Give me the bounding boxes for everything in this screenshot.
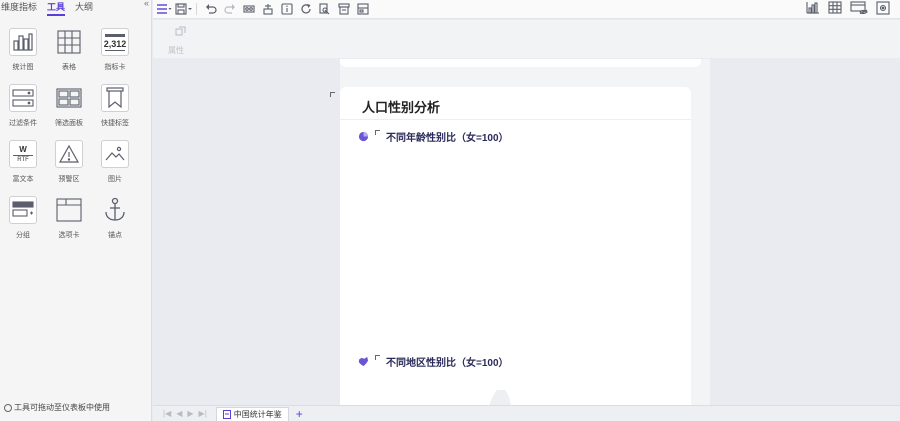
refresh-icon[interactable] xyxy=(298,1,314,17)
tool-label: 指标卡 xyxy=(104,64,126,71)
previous-card-bottom xyxy=(340,59,701,67)
undo-icon[interactable] xyxy=(203,1,219,17)
bookmark-icon xyxy=(101,84,129,112)
gear-icon[interactable] xyxy=(876,0,890,18)
group-icon xyxy=(9,196,37,224)
section-corner-marker xyxy=(375,130,380,135)
card-title: 人口性别分析 xyxy=(362,100,441,115)
first-sheet-icon[interactable]: |◀ xyxy=(163,409,171,418)
tool-grid: 统计图 表格 2,312 指标卡 过滤条件 筛选面板 快捷标签 W RTF 富文… xyxy=(0,16,151,240)
property-bar: 属性 xyxy=(153,20,900,58)
tool-label: 选项卡 xyxy=(58,232,80,239)
section-title: 不同地区性别比（女=100） xyxy=(386,358,509,369)
tab-dimensions[interactable]: 维度指标 xyxy=(1,0,37,14)
tool-label: 统计图 xyxy=(12,64,34,71)
tool-group[interactable]: 分组 xyxy=(0,196,46,240)
left-footer-text: 工具可拖动至仪表板中使用 xyxy=(14,403,110,412)
toolbar-right xyxy=(806,0,900,18)
copy-format-icon[interactable] xyxy=(241,1,257,17)
card-corner-marker xyxy=(330,92,335,97)
warning-icon xyxy=(55,140,83,168)
map-icon xyxy=(358,356,369,367)
rich-text-icon: W RTF xyxy=(9,140,37,168)
tool-label: 锚点 xyxy=(108,232,122,239)
data-icon[interactable] xyxy=(336,1,352,17)
filter-condition-icon xyxy=(9,84,37,112)
sheet-doc-icon xyxy=(222,409,231,419)
settings-page-icon[interactable] xyxy=(355,1,371,17)
pie-chart-icon xyxy=(358,131,369,142)
save-icon[interactable] xyxy=(175,1,193,17)
table-icon xyxy=(55,28,83,56)
chart-view-icon[interactable] xyxy=(806,1,820,17)
sheet-name: 中国统计年鉴 xyxy=(233,409,282,419)
left-panel: 维度指标 工具 大纲 « 统计图 表格 2,312 指标卡 过滤条件 筛选面板 … xyxy=(0,0,152,421)
sheet-tab[interactable]: 中国统计年鉴 xyxy=(215,406,289,421)
filter-panel-icon xyxy=(55,84,83,112)
last-sheet-icon[interactable]: ▶| xyxy=(199,409,207,418)
section-corner-marker xyxy=(375,355,380,360)
section-age-ratio[interactable]: 不同年龄性别比（女=100） xyxy=(358,129,509,144)
rich-text-w: W xyxy=(19,144,27,154)
left-panel-tabs: 维度指标 工具 大纲 xyxy=(0,0,151,16)
tool-table[interactable]: 表格 xyxy=(46,28,92,72)
tool-bookmark[interactable]: 快捷标签 xyxy=(92,84,138,128)
menu-icon[interactable] xyxy=(156,1,172,17)
tool-filter-condition[interactable]: 过滤条件 xyxy=(0,84,46,128)
tool-label: 预警区 xyxy=(58,176,80,183)
redo-icon[interactable] xyxy=(222,1,238,17)
tool-tab-card[interactable]: 选项卡 xyxy=(46,196,92,240)
tool-label: 分组 xyxy=(16,232,30,239)
tool-warning[interactable]: 预警区 xyxy=(46,140,92,184)
left-footer: 工具可拖动至仪表板中使用 xyxy=(4,402,110,413)
tool-label: 表格 xyxy=(62,64,76,71)
property-label: 属性 xyxy=(168,46,184,55)
tool-chart[interactable]: 统计图 xyxy=(0,28,46,72)
dashboard-canvas: 人口性别分析 不同年龄性别比（女=100） 不同地区性别比（女=100） xyxy=(153,59,900,405)
sheet-bar: |◀ ◀ ▶ ▶| 中国统计年鉴 + xyxy=(153,405,900,421)
map-placeholder-shape xyxy=(489,390,511,405)
tool-image[interactable]: 图片 xyxy=(92,140,138,184)
export-icon[interactable] xyxy=(317,1,333,17)
info-icon[interactable] xyxy=(279,1,295,17)
toolbar-separator xyxy=(196,3,197,15)
top-toolbar xyxy=(153,0,900,19)
tab-card-icon xyxy=(55,196,83,224)
next-sheet-icon[interactable]: ▶ xyxy=(187,409,193,418)
double-chevron-icon[interactable]: « xyxy=(144,0,149,8)
chart-icon xyxy=(9,28,37,56)
tab-tools[interactable]: 工具 xyxy=(47,0,66,16)
section-region-ratio[interactable]: 不同地区性别比（女=100） xyxy=(358,354,509,369)
prev-sheet-icon[interactable]: ◀ xyxy=(176,409,182,418)
tool-label: 过滤条件 xyxy=(9,120,37,127)
image-icon xyxy=(101,140,129,168)
info-icon xyxy=(4,403,12,412)
grid-view-icon[interactable] xyxy=(828,1,842,17)
section-title: 不同年龄性别比（女=100） xyxy=(386,133,509,144)
tool-label: 快捷标签 xyxy=(101,120,129,127)
hide-icon[interactable] xyxy=(850,1,868,17)
tool-anchor[interactable]: 锚点 xyxy=(92,196,138,240)
tool-rich-text[interactable]: W RTF 富文本 xyxy=(0,140,46,184)
anchor-icon xyxy=(101,196,129,224)
kpi-card-icon: 2,312 xyxy=(101,28,129,56)
kpi-card-value: 2,312 xyxy=(103,38,127,49)
tab-outline[interactable]: 大纲 xyxy=(75,0,93,14)
analysis-card[interactable]: 人口性别分析 不同年龄性别比（女=100） 不同地区性别比（女=100） xyxy=(330,87,691,405)
card-divider xyxy=(340,119,691,120)
add-sheet-button[interactable]: + xyxy=(296,408,303,420)
tool-label: 筛选面板 xyxy=(55,120,83,127)
tool-label: 富文本 xyxy=(12,176,34,183)
rich-text-rtf: RTF xyxy=(17,156,29,163)
tool-label: 图片 xyxy=(108,176,122,183)
clear-icon[interactable] xyxy=(260,1,276,17)
tool-kpi-card[interactable]: 2,312 指标卡 xyxy=(92,28,138,72)
property-icon[interactable] xyxy=(175,26,186,38)
tool-filter-panel[interactable]: 筛选面板 xyxy=(46,84,92,128)
